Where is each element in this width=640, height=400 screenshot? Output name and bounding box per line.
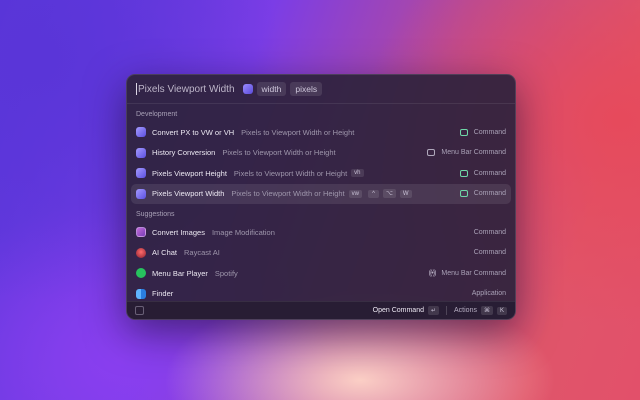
list-item[interactable]: Pixels Viewport Height Pixels to Viewpor… [131, 163, 511, 184]
argument-width[interactable]: width [256, 82, 287, 96]
list-item[interactable]: AI Chat Raycast AI Command [131, 243, 511, 264]
item-type: Menu Bar Command [441, 269, 506, 277]
return-key-icon: ↵ [427, 306, 440, 315]
item-type: Command [473, 228, 506, 236]
section-title-suggestions: Suggestions [136, 211, 175, 218]
item-subtitle: Spotify [214, 268, 238, 278]
calculator-extension-icon [136, 127, 146, 138]
item-subtitle: Pixels to Viewport Width or Height [222, 148, 336, 158]
command-icon [459, 128, 468, 136]
search-bar[interactable]: Pixels Viewport Width width pixels [127, 75, 515, 104]
finder-icon [136, 288, 146, 299]
hotkey-w: W [399, 189, 412, 198]
list-item[interactable]: Menu Bar Player Spotify ((•)) Menu Bar C… [131, 263, 511, 284]
section-title-development: Development [136, 111, 178, 118]
argument-pixels[interactable]: pixels [290, 82, 323, 96]
command-icon [459, 190, 468, 198]
k-key-icon: K [496, 306, 507, 315]
item-type: Command [473, 249, 506, 257]
item-subtitle: Pixels to Viewport Width or Height [241, 127, 355, 137]
item-subtitle: Raycast AI [184, 248, 220, 258]
item-subtitle: Image Modification [211, 227, 275, 237]
search-input[interactable]: Pixels Viewport Width [138, 84, 235, 95]
list-item[interactable]: History Conversion Pixels to Viewport Wi… [131, 143, 511, 164]
list-item-selected[interactable]: Pixels Viewport Width Pixels to Viewport… [131, 183, 511, 204]
item-type: Command [473, 128, 506, 136]
item-title: Convert Images [152, 227, 205, 237]
spotify-icon [136, 268, 146, 279]
item-title: Convert PX to VW or VH [152, 127, 235, 137]
calculator-extension-icon [136, 147, 146, 158]
item-title: Pixels Viewport Height [152, 168, 227, 178]
calculator-extension-icon [242, 84, 253, 94]
action-bar: Open Command ↵ Actions ⌘ K [127, 301, 515, 319]
list-item[interactable]: Convert Images Image Modification Comman… [131, 222, 511, 243]
raycast-ai-icon [136, 247, 146, 258]
list-item[interactable]: Convert PX to VW or VH Pixels to Viewpor… [131, 122, 511, 143]
item-subtitle: Pixels to Viewport Width or Height [231, 189, 345, 199]
item-type: Menu Bar Command [441, 149, 506, 157]
divider [446, 306, 448, 315]
item-title: History Conversion [152, 148, 216, 158]
item-type: Command [473, 169, 506, 177]
command-key-icon: ⌘ [480, 306, 493, 315]
item-title: Pixels Viewport Width [152, 189, 225, 199]
item-title: Menu Bar Player [152, 268, 208, 278]
image-icon [136, 227, 146, 238]
text-caret [136, 83, 137, 95]
menu-bar-icon [427, 149, 436, 157]
command-icon [459, 169, 468, 177]
hotkey-option: ⌥ [382, 189, 396, 199]
calculator-extension-icon [136, 188, 146, 199]
item-type: Application [471, 290, 506, 298]
open-command-button[interactable]: Open Command [373, 307, 424, 314]
calculator-extension-icon [136, 168, 146, 179]
hotkey-control: ^ [367, 189, 379, 198]
raycast-logo-icon [135, 306, 144, 315]
item-subtitle: Pixels to Viewport Width or Height [233, 168, 348, 178]
broadcast-icon: ((•)) [428, 269, 437, 277]
launcher-window: Pixels Viewport Width width pixels Devel… [126, 74, 516, 320]
item-title: AI Chat [152, 248, 178, 258]
item-type: Command [473, 190, 506, 198]
alias-badge: vw [348, 189, 362, 198]
item-title: Finder [152, 289, 174, 299]
actions-button[interactable]: Actions [454, 307, 477, 314]
alias-badge: vh [351, 169, 364, 178]
